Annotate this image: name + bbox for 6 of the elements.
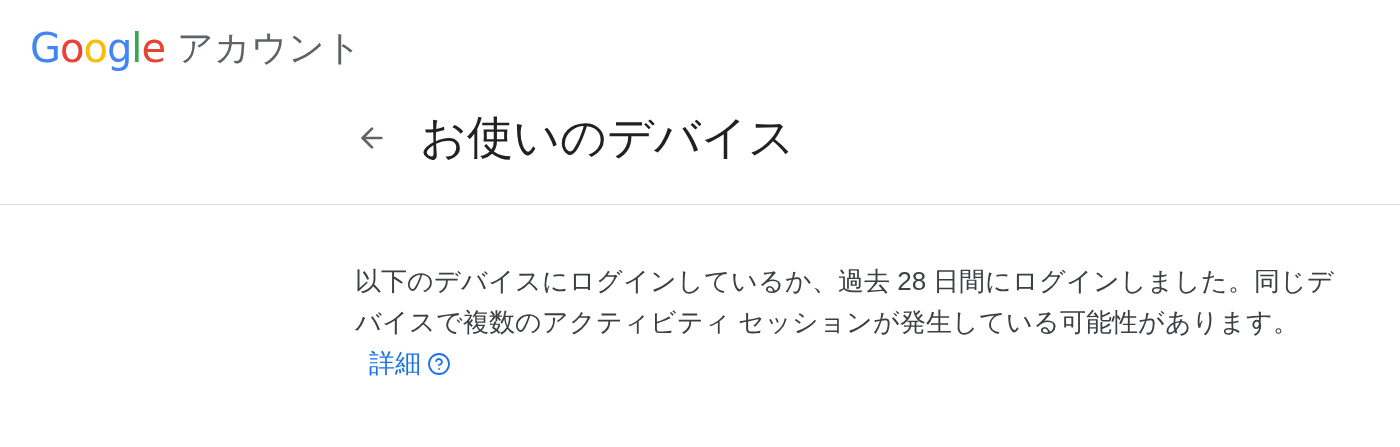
description-text: 以下のデバイスにログインしているか、過去 28 日間にログインしました。同じデバイスで複数のアクティビティ セッションが発生している可能性があります。 詳細 bbox=[355, 261, 1345, 384]
product-name: アカウント bbox=[177, 25, 363, 70]
page-title: お使いのデバイス bbox=[420, 110, 795, 165]
help-icon bbox=[427, 351, 451, 376]
details-link[interactable]: 詳細 bbox=[369, 343, 451, 384]
google-logo: Google bbox=[30, 25, 166, 71]
